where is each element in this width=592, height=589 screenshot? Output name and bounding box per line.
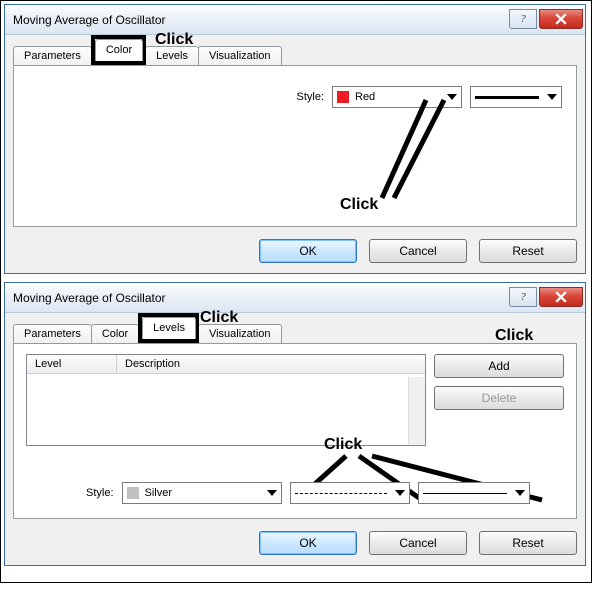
help-button[interactable]: ? xyxy=(509,287,537,307)
color-combo-text: Red xyxy=(355,91,447,103)
reset-button[interactable]: Reset xyxy=(479,239,577,263)
chevron-down-icon xyxy=(267,490,277,496)
column-description[interactable]: Description xyxy=(117,355,425,374)
annotation-click: Click xyxy=(340,196,378,214)
color-combo[interactable]: Silver xyxy=(122,482,282,504)
cancel-button[interactable]: Cancel xyxy=(369,531,467,555)
tab-parameters[interactable]: Parameters xyxy=(13,46,92,66)
tab-panel-levels: Level Description Add Delete Click xyxy=(13,343,577,519)
chevron-down-icon xyxy=(547,94,557,100)
chevron-down-icon xyxy=(395,490,405,496)
close-button[interactable] xyxy=(539,287,583,307)
tab-visualization[interactable]: Visualization xyxy=(198,46,282,66)
tab-color[interactable]: Color xyxy=(95,39,143,61)
style-label: Style: xyxy=(86,487,114,499)
line-sample-icon xyxy=(475,96,539,99)
chevron-down-icon xyxy=(447,94,457,100)
dialog-button-row: OK Cancel Reset xyxy=(13,531,577,555)
color-combo[interactable]: Red xyxy=(332,86,462,108)
tab-strip: Parameters Color Levels Visualization xyxy=(13,41,577,65)
help-button[interactable]: ? xyxy=(509,9,537,29)
levels-listbox[interactable]: Level Description xyxy=(26,354,426,446)
window-title: Moving Average of Oscillator xyxy=(13,291,509,305)
highlight-box: Levels xyxy=(138,313,199,343)
close-icon xyxy=(555,13,567,25)
delete-button: Delete xyxy=(434,386,564,410)
column-level[interactable]: Level xyxy=(27,355,117,374)
cancel-button[interactable]: Cancel xyxy=(369,239,467,263)
color-swatch-icon xyxy=(337,91,349,103)
reset-button[interactable]: Reset xyxy=(479,531,577,555)
tab-levels[interactable]: Levels xyxy=(142,317,196,339)
tab-parameters[interactable]: Parameters xyxy=(13,324,92,344)
tab-panel-color: Style: Red Click xyxy=(13,65,577,227)
highlight-box: Color xyxy=(91,35,146,65)
dialog-color: Moving Average of Oscillator ? Click Par… xyxy=(4,4,586,274)
tab-levels[interactable]: Levels xyxy=(145,46,199,66)
list-header: Level Description xyxy=(27,355,425,374)
line-width-combo[interactable] xyxy=(418,482,530,504)
line-style-combo[interactable] xyxy=(290,482,410,504)
dialog-levels: Moving Average of Oscillator ? Click Cli… xyxy=(4,282,586,566)
color-swatch-icon xyxy=(127,487,139,499)
titlebar[interactable]: Moving Average of Oscillator ? xyxy=(5,283,585,313)
titlebar[interactable]: Moving Average of Oscillator ? xyxy=(5,5,585,35)
window-title: Moving Average of Oscillator xyxy=(13,13,509,27)
dialog-button-row: OK Cancel Reset xyxy=(13,239,577,263)
close-button[interactable] xyxy=(539,9,583,29)
line-sample-icon xyxy=(423,493,507,494)
tab-color[interactable]: Color xyxy=(91,324,139,344)
line-width-combo[interactable] xyxy=(470,86,562,108)
tab-visualization[interactable]: Visualization xyxy=(198,324,282,344)
scrollbar[interactable] xyxy=(408,377,425,445)
color-combo-text: Silver xyxy=(145,487,267,499)
line-sample-icon xyxy=(295,493,387,494)
ok-button[interactable]: OK xyxy=(259,239,357,263)
ok-button[interactable]: OK xyxy=(259,531,357,555)
close-icon xyxy=(555,291,567,303)
add-button[interactable]: Add xyxy=(434,354,564,378)
tab-strip: Parameters Color Levels Visualization xyxy=(13,319,577,343)
style-label: Style: xyxy=(296,91,324,103)
chevron-down-icon xyxy=(515,490,525,496)
